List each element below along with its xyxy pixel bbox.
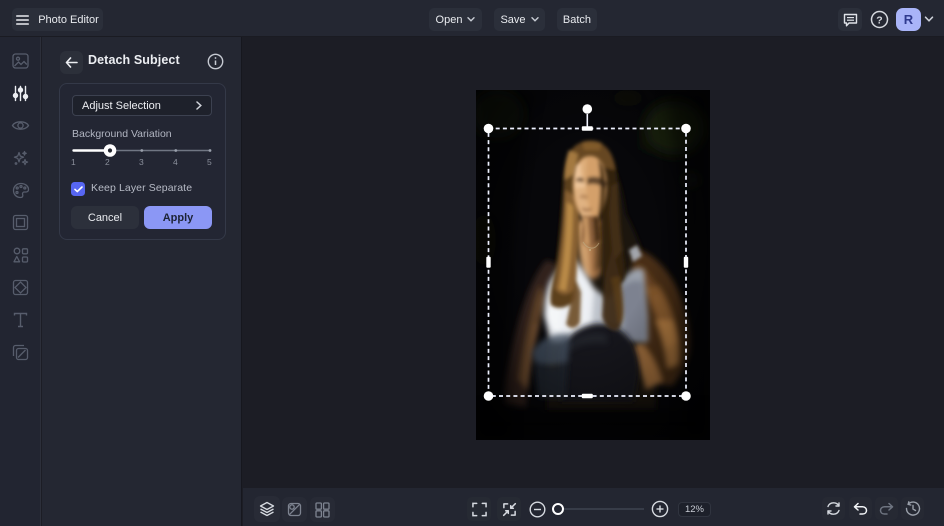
svg-text:?: ? <box>876 14 882 26</box>
